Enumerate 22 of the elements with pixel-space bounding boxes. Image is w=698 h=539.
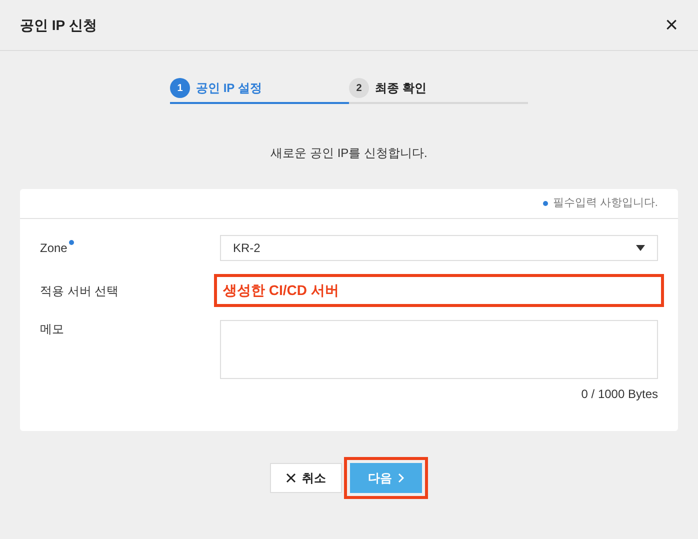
step-label: 공인 IP 설정 [196,80,262,97]
step-number: 2 [349,78,369,98]
description-text: 새로운 공인 IP를 신청합니다. [270,145,428,162]
field-label: Zone [40,240,68,257]
field-label: 적용 서버 선택 [40,282,119,300]
close-icon [286,473,296,483]
step-tab[interactable]: 1 공인 IP 설정 [170,78,349,104]
zone-select[interactable]: KR-2 [220,235,658,261]
cancel-button[interactable]: 취소 [270,463,342,493]
caret-icon [636,245,645,251]
byte-counter: 0 / 1000 Bytes [581,386,658,403]
step-tab[interactable]: 2 최종 확인 [349,78,528,104]
field-label: 메모 [40,321,64,338]
step-label: 최종 확인 [375,80,426,97]
required-note: 필수입력 사항입니다. [552,196,658,212]
chevron-right-icon [398,473,404,483]
dialog-title: 공인 IP 신청 [20,16,97,34]
step-number: 1 [170,78,190,98]
memo-field[interactable] [220,320,658,379]
server-field[interactable]: 생성한 CI/CD 서버 [214,274,664,307]
server-value: 생성한 CI/CD 서버 [223,281,339,300]
close-button[interactable]: × [665,14,678,36]
